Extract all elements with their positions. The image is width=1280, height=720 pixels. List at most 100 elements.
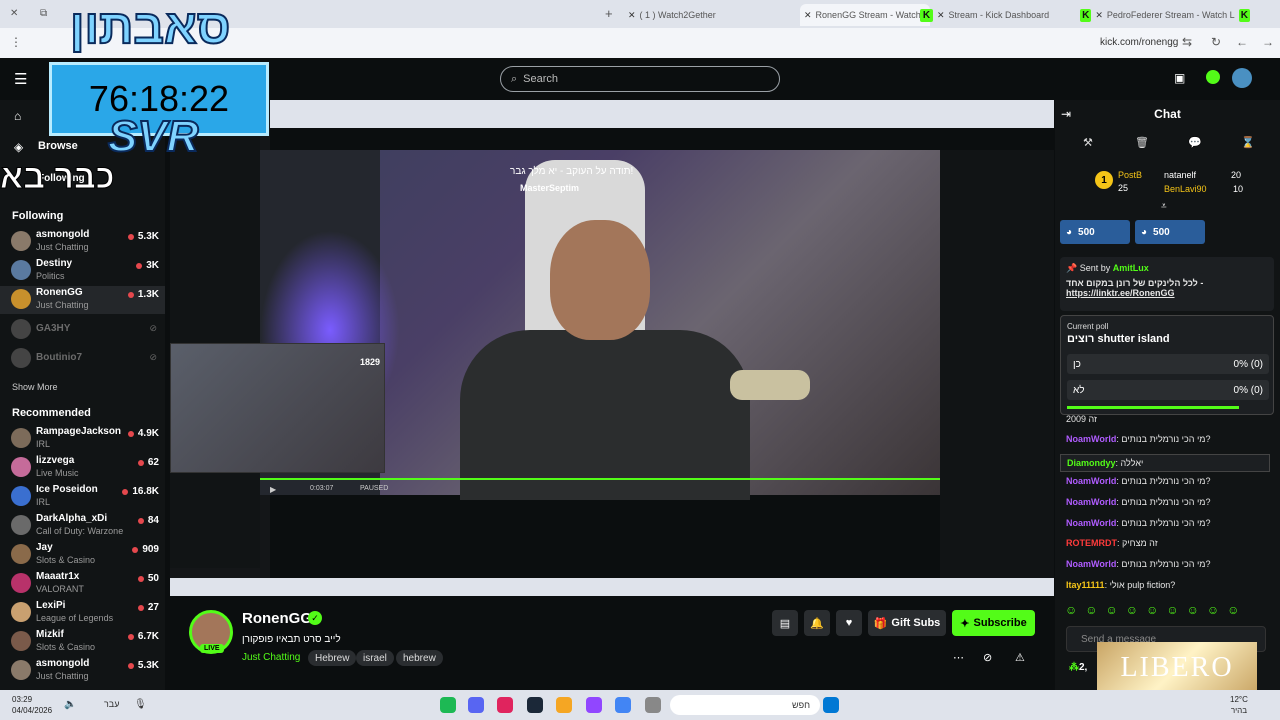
channel-item[interactable]: Mizkif Slots & Casino 6.7K [0, 628, 165, 656]
clip-button[interactable]: ▤ [772, 610, 798, 636]
channel-item[interactable]: Ice Poseidon IRL 16.8K [0, 483, 165, 511]
play-icon[interactable]: ▶ [270, 485, 276, 494]
channel-item[interactable]: asmongold Just Chatting 5.3K [0, 657, 165, 685]
search-input[interactable]: ⌕ Search [500, 66, 780, 92]
mic-icon[interactable]: 🎙 [134, 699, 147, 710]
emote-icon[interactable]: ☺ [1187, 603, 1199, 617]
new-tab-icon[interactable]: + [605, 6, 613, 21]
tag[interactable]: Hebrew [308, 650, 357, 666]
channel-item-selected[interactable]: RonenGG Just Chatting 1.3K [0, 286, 165, 314]
tab-ronengg[interactable]: ✕ RonenGG Stream - Watch L [800, 4, 930, 26]
tab-close-icon[interactable]: ✕ [1095, 10, 1103, 21]
channel-item[interactable]: asmongold Just Chatting 5.3K [0, 228, 165, 256]
subscribe-button[interactable]: ✦ Subscribe [952, 610, 1035, 636]
streamer-name[interactable]: RonenGG [242, 610, 312, 627]
stream-category[interactable]: Just Chatting [242, 652, 300, 663]
tag[interactable]: israel [356, 650, 394, 666]
channel-item[interactable]: Destiny Politics 3K [0, 257, 165, 285]
app-icon[interactable] [497, 697, 513, 713]
gift-subs-button[interactable]: 🎁 Gift Subs [868, 610, 946, 636]
share-icon[interactable]: ⋯ [953, 651, 964, 664]
kick-points-pill[interactable]: ◕ 500 [1135, 220, 1205, 244]
message-user[interactable]: ROTEMRDT [1066, 538, 1117, 548]
mod-tools-icon[interactable]: ⚒ [1083, 136, 1093, 149]
poll-option[interactable]: כן 0% (0) [1067, 354, 1269, 374]
message-user[interactable]: NoamWorld [1066, 559, 1116, 569]
translate-icon[interactable]: ⇆ [1182, 35, 1192, 49]
chrome-icon[interactable] [615, 697, 631, 713]
message-text: מי הכי נורמלית בנותים? [1121, 476, 1211, 486]
kick-points-icon[interactable] [1206, 70, 1220, 84]
trash-icon[interactable]: 🗑 [1135, 136, 1149, 149]
hide-icon[interactable]: ⊘ [983, 651, 992, 664]
live-dot-icon [137, 604, 144, 611]
inbox-icon[interactable]: ▣ [1174, 71, 1185, 85]
video-player[interactable]: תודה על העוקב - יא מלך גבר! MasterSeptim… [170, 100, 1054, 596]
channel-item[interactable]: lizzvega Live Music 62 [0, 454, 165, 482]
hamburger-icon[interactable]: ☰ [14, 70, 27, 88]
browse-icon[interactable]: ◈ [14, 140, 23, 154]
emote-icon[interactable]: ☺ [1065, 603, 1077, 617]
emote-icon[interactable]: ☺ [1126, 603, 1138, 617]
sidebar-browse[interactable]: Browse [38, 140, 78, 152]
home-icon[interactable]: ⌂ [14, 109, 21, 123]
message-user[interactable]: NoamWorld [1066, 497, 1116, 507]
back-icon[interactable]: ← [1236, 35, 1248, 49]
channel-item[interactable]: Jay Slots & Casino 909 [0, 541, 165, 569]
forward-icon[interactable]: → [1262, 35, 1274, 49]
url-field[interactable]: kick.com/ronengg [1100, 37, 1178, 48]
user-avatar[interactable] [1232, 68, 1252, 88]
channel-item[interactable]: DarkAlpha_xDi Call of Duty: Warzone 84 [0, 512, 165, 540]
tab-close-icon[interactable]: ✕ [937, 10, 945, 21]
emote-icon[interactable]: ☺ [1085, 603, 1097, 617]
channel-item-offline[interactable]: GA3HY ⊘ [0, 316, 165, 344]
emote-icon[interactable]: ☺ [1146, 603, 1158, 617]
tab-close-icon[interactable]: ✕ [10, 8, 18, 19]
message-user[interactable]: Itay11111 [1066, 580, 1105, 590]
expand-icon[interactable]: ⩡ [1161, 201, 1167, 212]
tab-pedrofederer[interactable]: K ✕ PedroFederer Stream - Watch L K [1080, 4, 1250, 26]
message-user[interactable]: Diamondyy [1067, 458, 1116, 468]
tab-close-icon[interactable]: ✕ [628, 10, 636, 21]
channel-item-offline[interactable]: Boutinio7 ⊘ [0, 345, 165, 373]
tab-watch2gether[interactable]: ✕ ( 1 ) Watch2Gether [628, 4, 778, 26]
tab-restore-icon[interactable]: ⧉ [40, 8, 47, 19]
menu-icon[interactable]: ⋮ [10, 35, 22, 49]
taskbar-search[interactable]: חפש [670, 695, 820, 715]
poll-option[interactable]: לא 0% (0) [1067, 380, 1269, 400]
steam-icon[interactable] [527, 697, 543, 713]
weather-widget[interactable]: 12°C בהיר [1230, 694, 1248, 716]
emote-icon[interactable]: ☺ [1207, 603, 1219, 617]
channel-item[interactable]: Maaatr1x VALORANT 50 [0, 570, 165, 598]
tab-kick-dashboard[interactable]: K ✕ Stream - Kick Dashboard [920, 4, 1070, 26]
channel-item[interactable]: LexiPi League of Legends 27 [0, 599, 165, 627]
spotify-icon[interactable] [440, 697, 456, 713]
message-user[interactable]: NoamWorld [1066, 476, 1116, 486]
pinned-link[interactable]: https://linktr.ee/RonenGG [1066, 288, 1268, 298]
notify-button[interactable]: 🔔 [804, 610, 830, 636]
chat-bubble-icon[interactable]: 💬 [1188, 136, 1202, 149]
windows-start-icon[interactable] [823, 697, 839, 713]
message-user[interactable]: NoamWorld [1066, 518, 1116, 528]
app-icon[interactable] [586, 697, 602, 713]
report-icon[interactable]: ⚠ [1015, 651, 1025, 664]
language-indicator[interactable]: עבר [104, 699, 119, 709]
volume-icon[interactable]: 🔈 [64, 699, 76, 710]
tab-close-icon[interactable]: ✕ [804, 10, 812, 21]
seek-bar[interactable] [260, 478, 940, 480]
discord-icon[interactable] [468, 697, 484, 713]
file-explorer-icon[interactable] [645, 697, 661, 713]
hourglass-icon[interactable]: ⌛ [1241, 136, 1255, 149]
message-user[interactable]: NoamWorld [1066, 434, 1116, 444]
emote-icon[interactable]: ☺ [1166, 603, 1178, 617]
kick-points-pill[interactable]: ◕ 500 [1060, 220, 1130, 244]
channel-item[interactable]: RampageJackson IRL 4.9K [0, 425, 165, 453]
show-more-link[interactable]: Show More [12, 382, 58, 392]
tag[interactable]: hebrew [396, 650, 443, 666]
emote-icon[interactable]: ☺ [1227, 603, 1239, 617]
follow-button[interactable]: ♥ [836, 610, 862, 636]
emote-icon[interactable]: ☺ [1106, 603, 1118, 617]
reload-icon[interactable]: ↻ [1211, 35, 1221, 49]
app-icon[interactable] [556, 697, 572, 713]
system-clock[interactable]: 03:29 04/04/2026 [12, 694, 52, 716]
